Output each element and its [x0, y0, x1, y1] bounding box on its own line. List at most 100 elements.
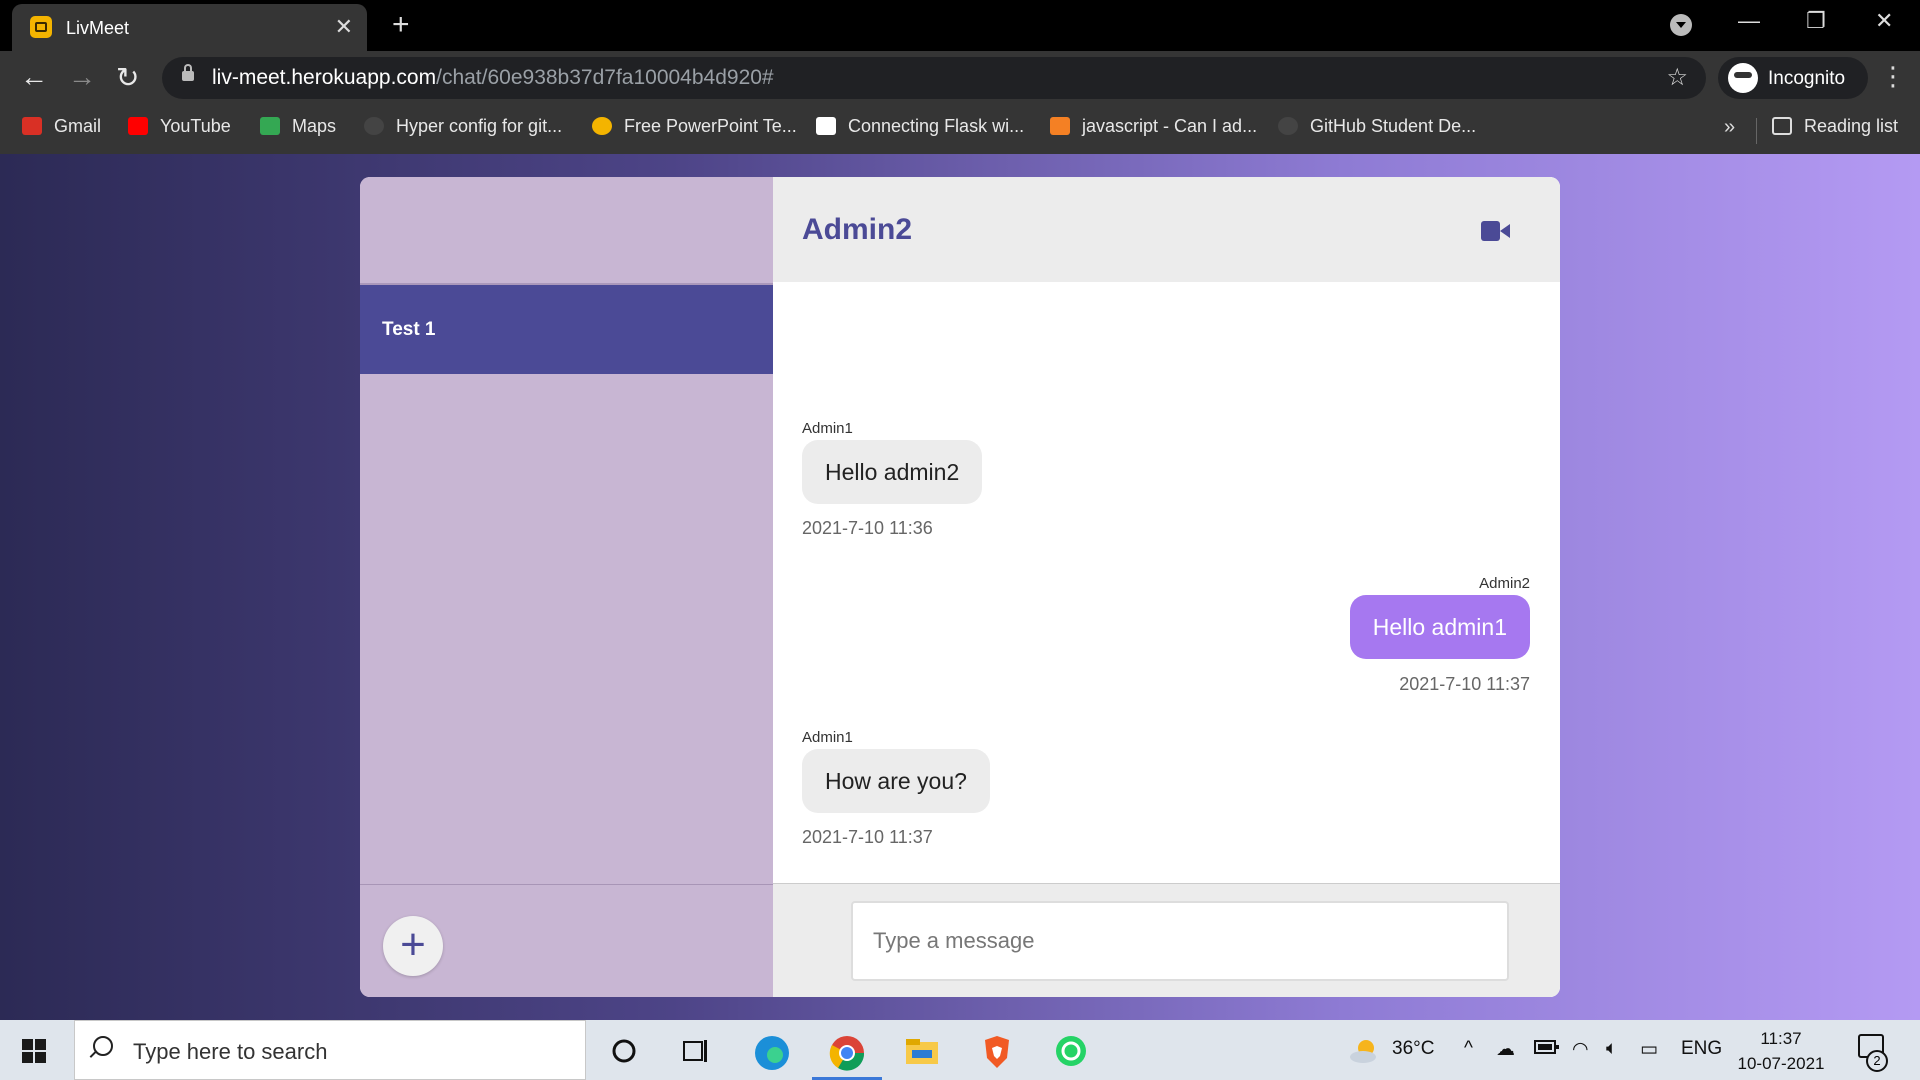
video-camera-body: [1481, 221, 1500, 241]
add-chat-button[interactable]: +: [383, 916, 443, 976]
whatsapp-icon[interactable]: [1054, 1034, 1088, 1068]
chat-header: Admin2: [773, 177, 1560, 282]
search-icon: [93, 1036, 113, 1056]
message-composer: [773, 883, 1560, 997]
edge-icon[interactable]: [753, 1034, 789, 1070]
sidebar-header: [360, 177, 773, 285]
browser-tab-bar: LivMeet ✕ + — ❐ ✕: [0, 0, 1920, 51]
close-window-icon[interactable]: ✕: [1875, 8, 1893, 34]
bookmark-label: Maps: [292, 116, 337, 136]
close-tab-icon[interactable]: ✕: [335, 14, 353, 40]
bookmark-hyper-config[interactable]: Hyper config for git...: [364, 116, 562, 137]
taskbar-search-box[interactable]: Type here to search: [74, 1020, 586, 1080]
back-icon[interactable]: ←: [20, 61, 48, 93]
meet-now-icon[interactable]: ▭: [1640, 1038, 1658, 1061]
bookmark-github-student[interactable]: GitHub Student De...: [1278, 116, 1476, 137]
language-indicator[interactable]: ENG: [1681, 1038, 1722, 1060]
incognito-icon: [1728, 63, 1758, 93]
bookmark-star-icon[interactable]: ☆: [1666, 63, 1688, 92]
bookmark-javascript[interactable]: javascript - Can I ad...: [1050, 116, 1257, 137]
reading-list-icon: [1772, 117, 1792, 135]
video-call-icon[interactable]: [1481, 221, 1511, 241]
message-timestamp: 2021-7-10 11:37: [802, 827, 933, 847]
incognito-profile-button[interactable]: Incognito: [1718, 57, 1868, 99]
message-sender: Admin1: [802, 420, 853, 437]
bookmark-youtube[interactable]: YouTube: [128, 116, 231, 137]
bookmark-label: Free PowerPoint Te...: [624, 116, 797, 136]
volume-icon[interactable]: 🔈︎: [1606, 1038, 1617, 1060]
bookmark-label: GitHub Student De...: [1310, 116, 1477, 136]
brave-icon[interactable]: [980, 1034, 1014, 1068]
bookmark-label: Hyper config for git...: [396, 116, 563, 136]
task-view-icon[interactable]: [680, 1034, 714, 1068]
address-bar[interactable]: liv-meet.herokuapp.com/chat/60e938b37d7f…: [162, 57, 1706, 99]
message-list: Admin1 Hello admin2 2021-7-10 11:36 Admi…: [773, 282, 1560, 883]
chat-panel: Admin2 Admin1 Hello admin2 2021-7-10 11:…: [773, 177, 1560, 997]
contact-name: Admin2: [802, 213, 913, 246]
tab-title: LivMeet: [66, 18, 130, 38]
message-input[interactable]: [851, 901, 1509, 981]
tab-search-icon[interactable]: [1670, 14, 1692, 36]
bookmark-label: Gmail: [54, 116, 102, 136]
reading-list-label: Reading list: [1804, 116, 1899, 136]
bookmark-gmail[interactable]: Gmail: [22, 116, 101, 137]
bookmark-flask[interactable]: Connecting Flask wi...: [816, 116, 1024, 137]
weather-icon[interactable]: [1348, 1034, 1382, 1068]
message-timestamp: 2021-7-10 11:36: [802, 518, 933, 538]
bookmark-maps[interactable]: Maps: [260, 116, 336, 137]
bookmark-label: javascript - Can I ad...: [1082, 116, 1258, 136]
clock-date: 10-07-2021: [1737, 1054, 1825, 1073]
new-tab-icon[interactable]: +: [392, 8, 410, 42]
chrome-icon[interactable]: [828, 1034, 865, 1071]
url-path: /chat/60e938b37d7fa10004b4d920#: [436, 66, 774, 89]
chat-list-item-label: Test 1: [382, 319, 436, 340]
minimize-icon[interactable]: —: [1738, 8, 1760, 34]
url-text: liv-meet.herokuapp.com/chat/60e938b37d7f…: [212, 66, 774, 90]
sidebar-footer: +: [360, 884, 773, 997]
cortana-icon[interactable]: [610, 1034, 644, 1068]
url-host: liv-meet.herokuapp.com: [212, 66, 437, 89]
maps-icon: [260, 117, 280, 135]
powerpoint-icon: [592, 117, 612, 135]
youtube-icon: [128, 117, 148, 135]
gmail-icon: [22, 117, 42, 135]
show-hidden-icons-icon[interactable]: ^: [1464, 1038, 1473, 1060]
message-bubble-incoming: How are you?: [802, 749, 990, 813]
taskbar-search-placeholder: Type here to search: [133, 1039, 328, 1064]
clock-time: 11:37: [1760, 1029, 1802, 1048]
browser-menu-icon[interactable]: ⋮: [1880, 61, 1906, 92]
bookmark-label: Connecting Flask wi...: [848, 116, 1025, 136]
windows-taskbar: Type here to search 36°C ^ ☁ ◠ 🔈︎ ▭ ENG …: [0, 1020, 1920, 1080]
incognito-label: Incognito: [1768, 68, 1846, 89]
livmeet-favicon-icon: [30, 16, 52, 38]
chat-app-card: Test 1 + Admin2 Admin1 Hello admin2 2021…: [360, 177, 1560, 997]
reload-icon[interactable]: ↻: [116, 61, 139, 94]
message-timestamp: 2021-7-10 11:37: [1399, 674, 1530, 694]
stackoverflow-icon: [1050, 117, 1070, 135]
restore-icon[interactable]: ❐: [1806, 8, 1826, 34]
battery-icon[interactable]: [1534, 1038, 1560, 1062]
bookmark-powerpoint[interactable]: Free PowerPoint Te...: [592, 116, 797, 137]
bookmark-label: YouTube: [160, 116, 231, 136]
system-clock[interactable]: 11:37 10-07-2021: [1736, 1026, 1826, 1076]
page-background: Test 1 + Admin2 Admin1 Hello admin2 2021…: [0, 154, 1920, 1020]
message-bubble-incoming: Hello admin2: [802, 440, 983, 504]
browser-toolbar: ← → ↻ liv-meet.herokuapp.com/chat/60e938…: [0, 51, 1920, 106]
chat-list-item[interactable]: Test 1: [360, 285, 773, 374]
github-icon: [364, 117, 384, 135]
file-explorer-icon[interactable]: [904, 1034, 938, 1068]
forward-icon[interactable]: →: [68, 61, 96, 93]
video-camera-lens: [1500, 224, 1510, 238]
medium-icon: [816, 117, 836, 135]
windows-start-icon[interactable]: [22, 1039, 46, 1063]
message-bubble-outgoing: Hello admin1: [1349, 595, 1530, 659]
reading-list-button[interactable]: Reading list: [1772, 116, 1898, 137]
wifi-icon[interactable]: ◠: [1572, 1038, 1589, 1061]
more-bookmarks-icon[interactable]: »: [1724, 116, 1735, 139]
weather-temperature[interactable]: 36°C: [1392, 1038, 1434, 1060]
bookmarks-bar: Gmail YouTube Maps Hyper config for git.…: [0, 106, 1920, 154]
onedrive-icon[interactable]: ☁: [1496, 1038, 1515, 1061]
bookmarks-divider: [1756, 118, 1757, 144]
browser-tab[interactable]: LivMeet ✕: [12, 4, 367, 51]
notification-count-badge: 2: [1866, 1050, 1888, 1072]
